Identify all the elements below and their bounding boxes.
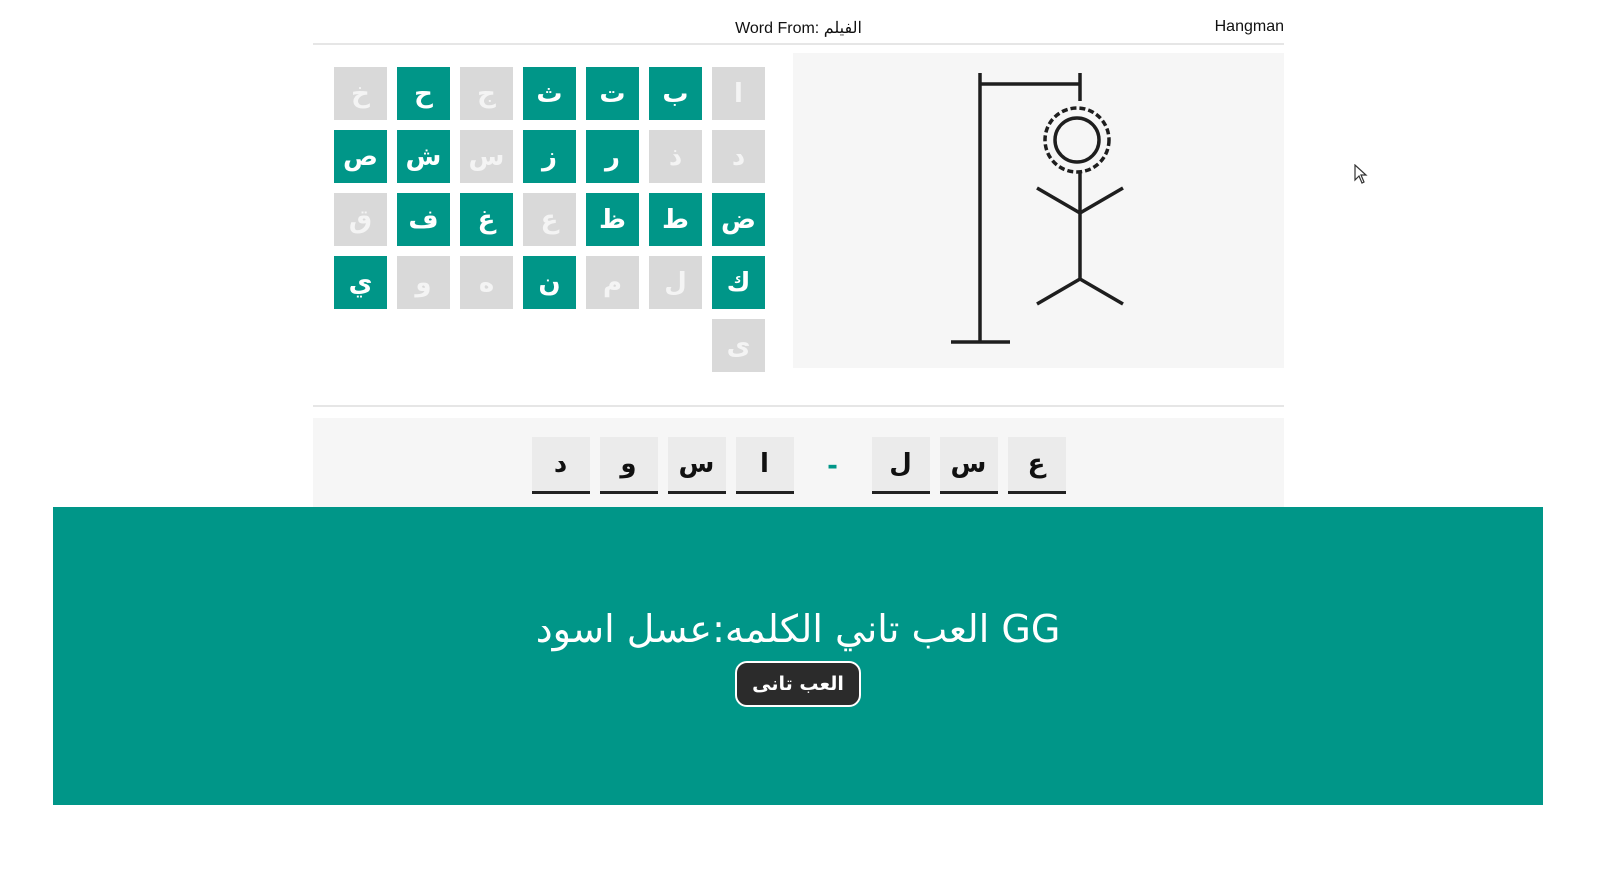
letter-slot: ا [735,437,794,494]
letter-key[interactable]: خ [334,67,387,120]
letter-key[interactable]: ي [334,256,387,309]
letter-key[interactable]: ك [712,256,765,309]
letter-key[interactable]: ج [460,67,513,120]
letter-key[interactable]: ص [334,130,387,183]
category-label: Word From: الفيلم [735,20,862,37]
letter-key[interactable]: ه [460,256,513,309]
letter-key[interactable]: غ [460,193,513,246]
letter-key[interactable]: ا [712,67,765,120]
letter-key[interactable]: ع [523,193,576,246]
game-area: ابتثجحخ دذرزسشص ضطظعغفق كلمنهوي ى [313,45,1284,407]
mouse-cursor-icon [1354,164,1368,184]
letter-key[interactable]: ط [649,193,702,246]
play-again-button[interactable]: العب تانى [735,661,861,707]
letter-key[interactable]: ف [397,193,450,246]
game-over-popup: GG العب تاني الكلمه:عسل اسود العب تانى [53,507,1543,805]
word-slots: عسل-اسود [313,418,1284,508]
letter-key[interactable]: ت [586,67,639,120]
letter-key[interactable]: ب [649,67,702,120]
hangman-left-arm [1036,186,1081,215]
letter-keyboard: ابتثجحخ دذرزسشص ضطظعغفق كلمنهوي ى [332,67,765,372]
result-message: GG العب تاني الكلمه:عسل اسود [535,607,1061,651]
letter-key[interactable]: ل [649,256,702,309]
letter-key[interactable]: ر [586,130,639,183]
letter-key[interactable]: ش [397,130,450,183]
hangman-right-leg [1079,277,1124,306]
letter-slot: ع [1007,437,1066,494]
letter-key[interactable]: ز [523,130,576,183]
letter-slot: ل [871,437,930,494]
letter-slot: و [599,437,658,494]
letter-slot: س [939,437,998,494]
hangman-drawing [793,53,1284,368]
hangman-left-leg [1036,277,1081,306]
letter-slot: س [667,437,726,494]
hangman-figure [951,73,1124,344]
header: Word From: الفيلم Hangman [313,0,1284,45]
letter-key[interactable]: ث [523,67,576,120]
letter-key[interactable]: و [397,256,450,309]
letter-key[interactable]: ح [397,67,450,120]
letter-key[interactable]: ض [712,193,765,246]
game-container: Word From: الفيلم Hangman ابتثجحخ دذرزسشص… [313,0,1284,407]
letter-key[interactable]: ن [523,256,576,309]
word-separator: - [827,450,838,481]
letter-key[interactable]: ظ [586,193,639,246]
hangman-head [1053,116,1101,164]
letter-key[interactable]: ى [712,319,765,372]
letter-key[interactable]: ذ [649,130,702,183]
letter-key[interactable]: ق [334,193,387,246]
letter-key[interactable]: م [586,256,639,309]
app-title: Hangman [1214,18,1284,35]
hangman-right-arm [1079,186,1124,215]
letter-key[interactable]: س [460,130,513,183]
letter-slot: د [531,437,590,494]
letter-key[interactable]: د [712,130,765,183]
